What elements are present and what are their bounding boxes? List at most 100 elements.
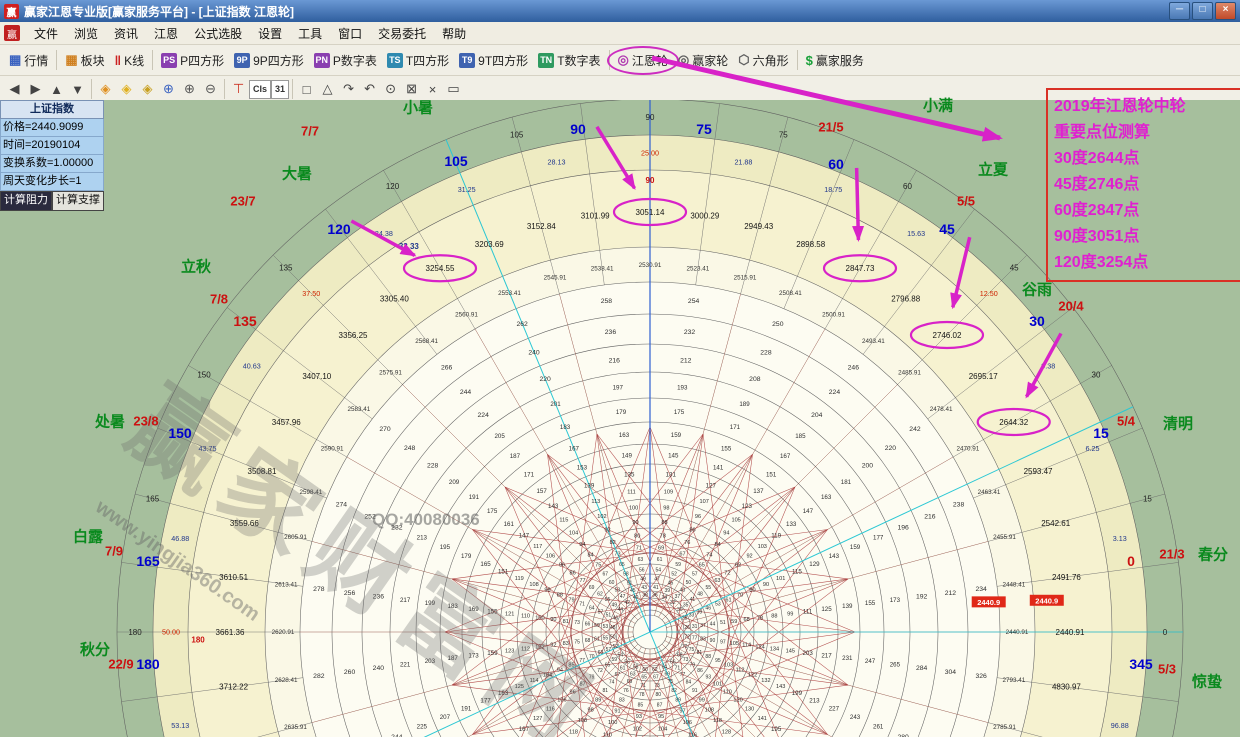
rect-tool-button[interactable]: □ <box>296 79 317 100</box>
menu-帮助[interactable]: 帮助 <box>434 23 474 44</box>
menu-窗口[interactable]: 窗口 <box>330 23 370 44</box>
svg-text:90: 90 <box>646 113 655 122</box>
svg-text:72: 72 <box>724 571 730 577</box>
svg-text:205: 205 <box>494 433 505 440</box>
minimize-button[interactable]: ─ <box>1169 2 1190 20</box>
t-square-tool-button[interactable]: ⊤ <box>228 79 249 100</box>
svg-text:36: 36 <box>652 593 658 599</box>
svg-text:127: 127 <box>533 716 542 722</box>
date-label-7/7: 7/7 <box>301 124 319 139</box>
arc-ccw-tool-button[interactable]: ↶ <box>359 79 380 100</box>
toolbar-赢家轮[interactable]: ◎赢家轮 <box>673 50 733 71</box>
menu-江恩[interactable]: 江恩 <box>146 23 186 44</box>
svg-text:52: 52 <box>671 572 677 578</box>
svg-text:101: 101 <box>713 682 722 688</box>
menu-交易委托[interactable]: 交易委托 <box>370 23 434 44</box>
toolbar-9T四方形[interactable]: T99T四方形 <box>454 50 533 71</box>
toolbar-T数字表[interactable]: TNT数字表 <box>533 50 605 71</box>
filter-button[interactable]: ▼ <box>67 79 88 100</box>
toolbar-赢家服务[interactable]: $赢家服务 <box>801 50 869 71</box>
svg-text:228: 228 <box>427 463 439 470</box>
svg-text:60: 60 <box>642 667 648 673</box>
annotation-line: 2019年江恩轮中轮 <box>1054 94 1238 120</box>
solar-term-立秋: 立秋 <box>181 256 211 277</box>
svg-text:87: 87 <box>579 682 585 688</box>
svg-text:147: 147 <box>803 508 814 515</box>
degree-label-75: 75 <box>696 121 712 137</box>
svg-text:120: 120 <box>386 182 400 191</box>
circle-tool-button[interactable]: ⊙ <box>380 79 401 100</box>
info-row: 周天变化步长=1 <box>0 173 104 191</box>
main-toolbar: ▦行情 ▦板块‖K线 PSP四方形9P9P四方形PNP数字表TST四方形T99T四方… <box>0 45 1240 76</box>
triangle-tool-button[interactable]: △ <box>317 79 338 100</box>
solar-term-惊蛰: 惊蛰 <box>1192 671 1222 692</box>
svg-text:195: 195 <box>440 544 451 551</box>
toolbar-K线[interactable]: ‖K线 <box>110 50 149 71</box>
svg-text:98: 98 <box>588 707 594 713</box>
arc-cw-tool-button[interactable]: ↷ <box>338 79 359 100</box>
toolbar-label: P数字表 <box>333 52 377 69</box>
diamond-tool-2-button[interactable]: ◈ <box>116 79 137 100</box>
svg-text:46: 46 <box>613 615 619 621</box>
toolbar-P四方形[interactable]: PSP四方形 <box>156 50 229 71</box>
diamond-tool-3-button[interactable]: ◈ <box>137 79 158 100</box>
menu-设置[interactable]: 设置 <box>250 23 290 44</box>
info-row: 时间=20190104 <box>0 137 104 155</box>
scroll-right-button[interactable]: ▶ <box>25 79 46 100</box>
svg-text:75: 75 <box>574 639 580 645</box>
svg-text:73: 73 <box>654 683 660 689</box>
pointer-up-button[interactable]: ▲ <box>46 79 67 100</box>
svg-text:95: 95 <box>715 658 721 664</box>
svg-text:191: 191 <box>461 705 472 712</box>
svg-text:204: 204 <box>811 412 823 419</box>
svg-text:77: 77 <box>579 658 585 664</box>
solar-term-白露: 白露 <box>73 526 103 547</box>
svg-text:2542.61: 2542.61 <box>1041 519 1070 528</box>
svg-text:86: 86 <box>570 571 576 577</box>
svg-text:47: 47 <box>654 577 660 583</box>
svg-text:232: 232 <box>391 525 403 532</box>
diamond-tool-1-button[interactable]: ◈ <box>95 79 116 100</box>
svg-text:3712.22: 3712.22 <box>219 683 248 692</box>
svg-text:2515.91: 2515.91 <box>734 275 757 282</box>
button-计算支撑[interactable]: 计算支撑 <box>52 191 104 211</box>
svg-text:284: 284 <box>916 665 928 672</box>
svg-text:220: 220 <box>539 376 551 383</box>
button-计算阻力[interactable]: 计算阻力 <box>0 191 52 211</box>
toolbar-P数字表[interactable]: PNP数字表 <box>309 50 382 71</box>
svg-text:58: 58 <box>623 572 629 578</box>
menu-浏览[interactable]: 浏览 <box>66 23 106 44</box>
toolbar-板块[interactable]: ▦板块 <box>60 50 109 71</box>
toolbar-六角形[interactable]: ⬡六角形 <box>733 50 793 71</box>
menu-资讯[interactable]: 资讯 <box>106 23 146 44</box>
symbol-name: 上证指数 <box>0 100 104 119</box>
svg-text:53: 53 <box>603 624 609 630</box>
menu-文件[interactable]: 文件 <box>26 23 66 44</box>
svg-text:326: 326 <box>975 673 987 680</box>
toolbar-T四方形[interactable]: TST四方形 <box>382 50 454 71</box>
svg-text:2785.91: 2785.91 <box>993 724 1016 731</box>
maximize-button[interactable]: □ <box>1192 2 1213 20</box>
toolbar-9P四方形[interactable]: 9P9P四方形 <box>229 50 309 71</box>
scroll-left-button[interactable]: ◀ <box>4 79 25 100</box>
toolbar-江恩轮[interactable]: ◎江恩轮 <box>613 50 673 71</box>
select-tool-button[interactable]: ▭ <box>443 79 464 100</box>
calendar-tool-button[interactable]: 31 <box>271 80 289 99</box>
menu-工具[interactable]: 工具 <box>290 23 330 44</box>
9P四方形-icon: 9P <box>234 53 250 68</box>
menu-公式选股[interactable]: 公式选股 <box>186 23 250 44</box>
toolbar-行情[interactable]: ▦行情 <box>4 50 53 71</box>
svg-text:45: 45 <box>630 588 636 594</box>
svg-text:69: 69 <box>589 585 595 591</box>
zoom-out-button[interactable]: ⊖ <box>200 79 221 100</box>
svg-text:260: 260 <box>344 669 356 676</box>
svg-text:83: 83 <box>563 641 569 647</box>
svg-text:220: 220 <box>885 445 897 452</box>
svg-text:212: 212 <box>680 358 692 365</box>
close-button[interactable]: × <box>1215 2 1236 20</box>
cis-tool-button[interactable]: CIs <box>249 80 271 99</box>
zoom-in-button[interactable]: ⊕ <box>179 79 200 100</box>
crosshair-tool-button[interactable]: ⊕ <box>158 79 179 100</box>
svg-text:75: 75 <box>779 130 788 139</box>
toolbar-label: 赢家轮 <box>692 52 728 69</box>
